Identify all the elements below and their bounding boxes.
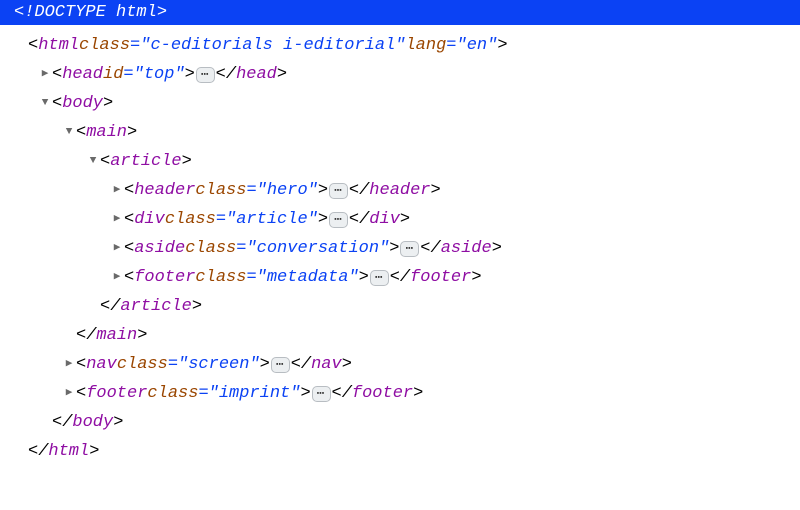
- collapse-icon[interactable]: ▼: [38, 89, 52, 118]
- node-header-hero[interactable]: ▶ <header class="hero" > ⋯ </header>: [14, 176, 786, 205]
- dom-tree: <html class="c-editorials i-editorial" l…: [0, 25, 800, 466]
- node-nav-screen[interactable]: ▶ <nav class="screen" > ⋯ </nav>: [14, 350, 786, 379]
- ellipsis-icon[interactable]: ⋯: [271, 357, 290, 373]
- node-html-open[interactable]: <html class="c-editorials i-editorial" l…: [14, 31, 786, 60]
- doctype-text: <!DOCTYPE html>: [14, 3, 167, 22]
- node-footer-imprint[interactable]: ▶ <footer class="imprint" > ⋯ </footer>: [14, 379, 786, 408]
- node-footer-metadata[interactable]: ▶ <footer class="metadata" > ⋯ </footer>: [14, 263, 786, 292]
- collapse-icon[interactable]: ▼: [62, 118, 76, 147]
- node-article-close[interactable]: </article>: [14, 292, 786, 321]
- ellipsis-icon[interactable]: ⋯: [370, 270, 389, 286]
- ellipsis-icon[interactable]: ⋯: [329, 212, 348, 228]
- expand-icon[interactable]: ▶: [110, 263, 124, 292]
- node-head[interactable]: ▶ <head id="top" > ⋯ </head>: [14, 60, 786, 89]
- expand-icon[interactable]: ▶: [110, 234, 124, 263]
- ellipsis-icon[interactable]: ⋯: [329, 183, 348, 199]
- expand-icon[interactable]: ▶: [110, 176, 124, 205]
- expand-icon[interactable]: ▶: [62, 350, 76, 379]
- ellipsis-icon[interactable]: ⋯: [312, 386, 331, 402]
- node-body-open[interactable]: ▼ <body>: [14, 89, 786, 118]
- node-body-close[interactable]: </body>: [14, 408, 786, 437]
- expand-icon[interactable]: ▶: [38, 60, 52, 89]
- node-div-article[interactable]: ▶ <div class="article" > ⋯ </div>: [14, 205, 786, 234]
- node-main-open[interactable]: ▼ <main>: [14, 118, 786, 147]
- node-aside-conversation[interactable]: ▶ <aside class="conversation" > ⋯ </asid…: [14, 234, 786, 263]
- expand-icon[interactable]: ▶: [110, 205, 124, 234]
- node-html-close[interactable]: </html>: [14, 437, 786, 466]
- node-article-open[interactable]: ▼ <article>: [14, 147, 786, 176]
- ellipsis-icon[interactable]: ⋯: [196, 67, 215, 83]
- collapse-icon[interactable]: ▼: [86, 147, 100, 176]
- expand-icon[interactable]: ▶: [62, 379, 76, 408]
- node-main-close[interactable]: </main>: [14, 321, 786, 350]
- doctype-bar: <!DOCTYPE html>: [0, 0, 800, 25]
- ellipsis-icon[interactable]: ⋯: [400, 241, 419, 257]
